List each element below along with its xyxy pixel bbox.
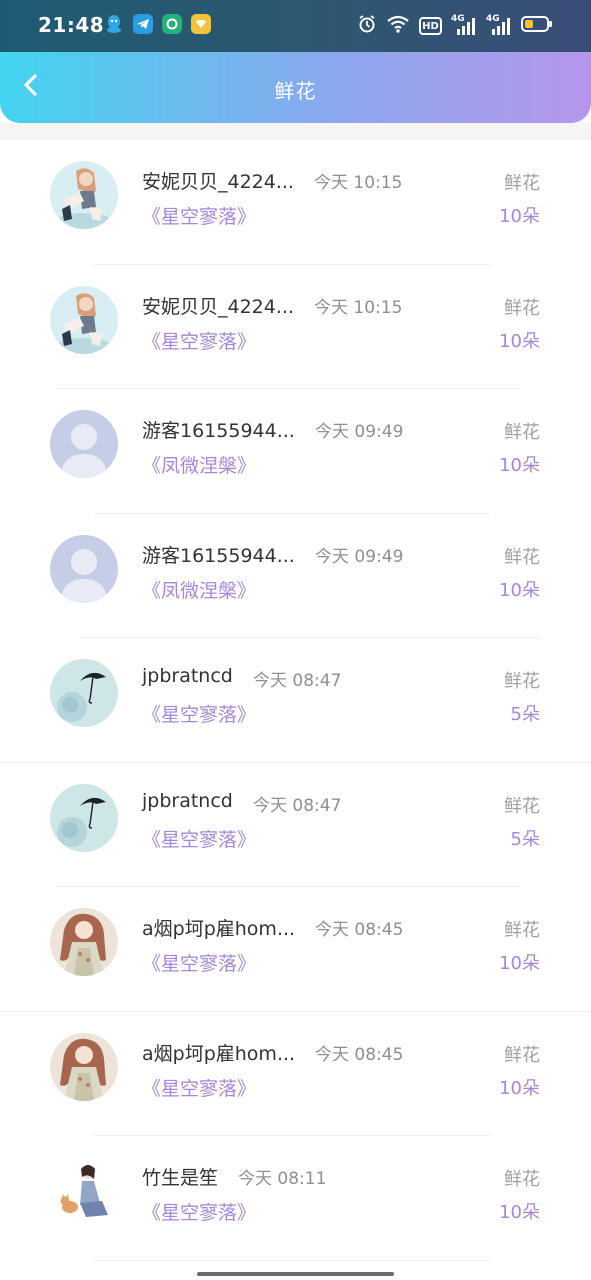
girl-with-cat-avatar[interactable]	[50, 1157, 118, 1225]
girl-sitting-avatar[interactable]	[50, 285, 118, 354]
sender-name[interactable]: 安妮贝贝_4224...	[142, 167, 294, 194]
gift-count: 10朵	[499, 455, 540, 476]
book-title-link[interactable]: 《星空寥落》	[142, 327, 256, 354]
gift-record-row[interactable]: a烟p坷p雇hom... 今天 08:45 《星空寥落》 鲜花 10朵	[0, 1012, 591, 1136]
gift-record-row[interactable]: 游客16155944... 今天 09:49 《凤微涅槃》 鲜花 10朵	[0, 389, 591, 514]
gift-record-row[interactable]: 安妮贝贝_4224... 今天 10:15 《星空寥落》 鲜花 10朵	[0, 140, 591, 265]
umbrella-rose-avatar[interactable]	[50, 659, 118, 727]
gift-count: 10朵	[499, 206, 540, 227]
gift-record-row[interactable]: 游客16155944... 今天 09:49 《凤微涅槃》 鲜花 10朵	[0, 514, 591, 638]
gift-time: 今天 09:49	[315, 422, 404, 442]
gift-type: 鲜花	[504, 1169, 540, 1190]
gift-count: 10朵	[499, 1077, 540, 1099]
book-title-link[interactable]: 《星空寥落》	[142, 700, 256, 727]
page-title: 鲜花	[274, 79, 317, 103]
anime-girl-avatar[interactable]	[50, 908, 118, 976]
sender-name[interactable]: 游客16155944...	[142, 416, 295, 443]
default-user-avatar[interactable]	[50, 410, 118, 478]
alarm-icon	[357, 14, 377, 38]
gift-record-list: 安妮贝贝_4224... 今天 10:15 《星空寥落》 鲜花 10朵 安妮贝贝_4224…	[0, 140, 591, 1261]
gift-record-row[interactable]: a烟p坷p雇hom... 今天 08:45 《星空寥落》 鲜花 10朵	[0, 887, 591, 1012]
gift-time: 今天 08:45	[315, 920, 404, 940]
anime-girl-avatar[interactable]	[50, 1032, 118, 1101]
telegram-icon	[133, 14, 153, 34]
book-title-link[interactable]: 《凤微涅槃》	[142, 451, 256, 478]
gift-record-row[interactable]: jpbratncd 今天 08:47 《星空寥落》 鲜花 5朵	[0, 763, 591, 887]
row-divider	[94, 1259, 490, 1261]
sender-name[interactable]: 游客16155944...	[142, 541, 295, 568]
wallet-app-icon	[191, 14, 211, 34]
default-user-avatar[interactable]	[50, 534, 118, 603]
book-title-link[interactable]: 《星空寥落》	[142, 1074, 256, 1101]
gift-type: 鲜花	[504, 1044, 540, 1066]
battery-icon	[521, 15, 553, 37]
gift-type: 鲜花	[504, 546, 540, 568]
girl-sitting-avatar[interactable]	[50, 161, 118, 229]
gift-type: 鲜花	[504, 173, 540, 194]
book-title-link[interactable]: 《星空寥落》	[142, 1198, 256, 1225]
gift-count: 10朵	[499, 579, 540, 601]
gift-type: 鲜花	[504, 297, 540, 319]
qq-icon	[104, 14, 124, 34]
gift-time: 今天 10:15	[314, 173, 403, 193]
sender-name[interactable]: 安妮贝贝_4224...	[142, 292, 294, 319]
sender-name[interactable]: jpbratncd	[142, 790, 233, 812]
gift-type: 鲜花	[504, 422, 540, 443]
home-indicator[interactable]	[197, 1272, 394, 1276]
book-title-link[interactable]: 《凤微涅槃》	[142, 576, 256, 603]
sender-name[interactable]: a烟p坷p雇hom...	[142, 1039, 295, 1066]
gift-time: 今天 09:49	[315, 546, 404, 567]
sender-name[interactable]: jpbratncd	[142, 665, 233, 687]
book-title-link[interactable]: 《星空寥落》	[142, 202, 256, 229]
gift-record-row[interactable]: jpbratncd 今天 08:47 《星空寥落》 鲜花 5朵	[0, 638, 591, 763]
gift-count: 5朵	[510, 704, 540, 725]
status-time: 21:48	[38, 13, 105, 37]
gift-record-row[interactable]: 竹生是笙 今天 08:11 《星空寥落》 鲜花 10朵	[0, 1136, 591, 1261]
gift-count: 10朵	[499, 330, 540, 352]
gift-time: 今天 08:47	[253, 671, 342, 691]
green-app-icon	[162, 14, 182, 34]
gift-count: 10朵	[499, 953, 540, 974]
gift-time: 今天 08:11	[238, 1169, 327, 1189]
hd-icon: HD	[419, 17, 442, 35]
status-app-icons	[104, 14, 211, 34]
signal-4g-icon: 4G	[486, 14, 512, 36]
sender-name[interactable]: a烟p坷p雇hom...	[142, 914, 295, 941]
header-spacer	[0, 123, 591, 140]
gift-type: 鲜花	[504, 920, 540, 941]
gift-time: 今天 08:47	[253, 795, 342, 816]
signal-4g-icon: 4G	[451, 14, 477, 36]
sender-name[interactable]: 竹生是笙	[142, 1163, 218, 1190]
gift-time: 今天 10:15	[314, 297, 403, 318]
status-bar: 21:48 HD 4G 4G	[0, 0, 591, 52]
wifi-icon	[386, 14, 410, 38]
gift-time: 今天 08:45	[315, 1044, 404, 1065]
header-bar: 鲜花	[0, 52, 591, 123]
umbrella-rose-avatar[interactable]	[50, 783, 118, 852]
gift-record-row[interactable]: 安妮贝贝_4224... 今天 10:15 《星空寥落》 鲜花 10朵	[0, 265, 591, 389]
gift-type: 鲜花	[504, 671, 540, 692]
gift-count: 10朵	[499, 1202, 540, 1223]
hd-label: HD	[422, 20, 439, 32]
book-title-link[interactable]: 《星空寥落》	[142, 825, 256, 852]
gift-count: 5朵	[510, 828, 540, 850]
status-indicators: HD 4G 4G	[357, 14, 553, 38]
book-title-link[interactable]: 《星空寥落》	[142, 949, 256, 976]
gift-type: 鲜花	[504, 795, 540, 817]
